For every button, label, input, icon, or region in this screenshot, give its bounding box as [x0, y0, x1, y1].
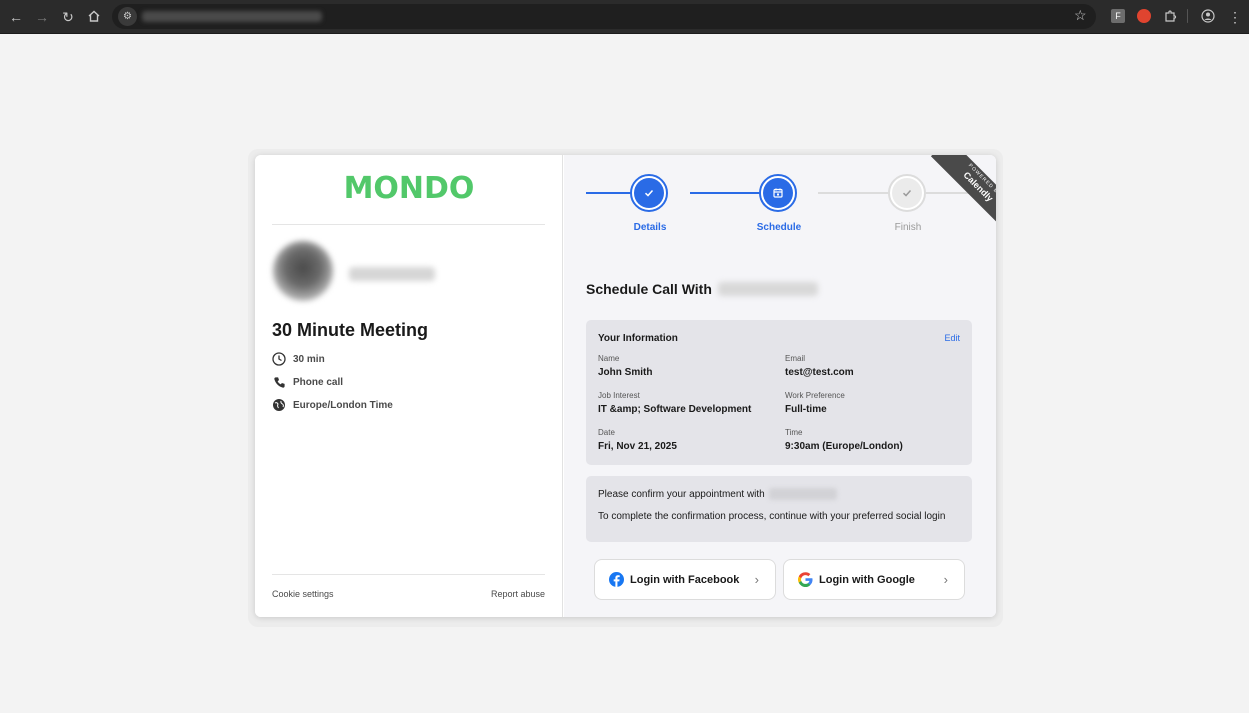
- field-value-work-preference: Full-time: [785, 404, 827, 415]
- chevron-right-icon: ›: [943, 572, 948, 587]
- profile-avatar-icon[interactable]: [1201, 9, 1215, 23]
- divider: [272, 574, 545, 575]
- step-schedule: [759, 174, 797, 212]
- location-label: Phone call: [293, 376, 344, 388]
- edit-link[interactable]: Edit: [944, 333, 960, 343]
- globe-icon: [272, 398, 286, 412]
- site-info-icon[interactable]: ⚙: [118, 7, 137, 26]
- browser-toolbar: ← → ↻ ⚙ ☆ F ⋮: [0, 0, 1249, 34]
- phone-icon: [272, 375, 286, 389]
- host-name-redacted: [768, 488, 837, 500]
- duration-row: 30 min: [272, 350, 325, 368]
- extension-red-icon[interactable]: [1137, 9, 1151, 23]
- timezone-row: Europe/London Time: [272, 396, 393, 414]
- check-icon: [644, 189, 654, 197]
- field-value-email: test@test.com: [785, 367, 854, 378]
- event-details-panel: MONDO 30 Minute Meeting 30 min Phone cal…: [255, 155, 563, 617]
- field-label-date: Date: [598, 428, 615, 437]
- field-label-work-preference: Work Preference: [785, 391, 845, 400]
- reload-icon[interactable]: ↻: [60, 9, 76, 25]
- host-name-redacted: [349, 267, 435, 281]
- login-google-button[interactable]: Login with Google ›: [783, 559, 965, 600]
- google-icon: [798, 572, 813, 587]
- step-details: [630, 174, 668, 212]
- step-label-schedule: Schedule: [756, 222, 802, 233]
- booking-card: MONDO 30 Minute Meeting 30 min Phone cal…: [255, 155, 996, 617]
- forward-icon[interactable]: →: [34, 9, 50, 25]
- confirm-line-1: Please confirm your appointment with: [598, 488, 837, 500]
- chevron-right-icon: ›: [754, 572, 759, 587]
- timezone-label: Europe/London Time: [293, 399, 393, 411]
- field-value-time: 9:30am (Europe/London): [785, 441, 903, 452]
- login-facebook-label: Login with Facebook: [630, 573, 740, 586]
- stepper-line: [818, 192, 888, 194]
- login-google-label: Login with Google: [819, 573, 915, 586]
- meeting-title: 30 Minute Meeting: [272, 320, 429, 340]
- field-label-email: Email: [785, 354, 806, 363]
- scheduling-panel: Details Schedule Finish POWERED BY Calen…: [564, 155, 996, 617]
- host-avatar: [273, 241, 333, 301]
- field-label-time: Time: [785, 428, 803, 437]
- mondo-logo: MONDO: [255, 171, 563, 206]
- cookie-settings-link[interactable]: Cookie settings: [272, 589, 334, 599]
- field-label-name: Name: [598, 354, 620, 363]
- divider: [272, 224, 545, 225]
- host-name-redacted: [717, 282, 818, 296]
- duration-label: 30 min: [293, 353, 325, 365]
- field-value-date: Fri, Nov 21, 2025: [598, 441, 677, 452]
- schedule-heading-text: Schedule Call With: [586, 281, 712, 297]
- confirm-text-2: To complete the confirmation process, co…: [598, 511, 946, 522]
- address-bar[interactable]: ⚙ ☆: [112, 4, 1096, 29]
- step-label-details: Details: [633, 222, 667, 233]
- confirmation-box: Please confirm your appointment with To …: [586, 476, 972, 542]
- bookmark-star-icon[interactable]: ☆: [1074, 7, 1087, 24]
- field-value-name: John Smith: [598, 367, 653, 378]
- extensions-puzzle-icon[interactable]: [1163, 9, 1177, 23]
- confirm-line-2: To complete the confirmation process, co…: [598, 511, 945, 522]
- extension-f-icon[interactable]: F: [1111, 9, 1125, 23]
- report-abuse-link[interactable]: Report abuse: [491, 589, 545, 599]
- info-title: Your Information: [598, 333, 678, 344]
- field-value-job-interest: IT &amp; Software Development: [598, 404, 752, 415]
- check-icon: [902, 189, 912, 197]
- clock-icon: [272, 352, 286, 366]
- more-menu-icon[interactable]: ⋮: [1227, 9, 1243, 25]
- powered-by-calendly-ribbon[interactable]: POWERED BY Calendly: [916, 155, 996, 235]
- your-information-box: Your Information Edit Name John Smith Em…: [586, 320, 972, 465]
- login-facebook-button[interactable]: Login with Facebook ›: [594, 559, 776, 600]
- back-icon[interactable]: ←: [8, 9, 24, 25]
- location-row: Phone call: [272, 373, 343, 391]
- schedule-heading: Schedule Call With: [586, 281, 818, 297]
- home-icon[interactable]: [86, 9, 102, 25]
- calendar-icon: [773, 188, 783, 198]
- ribbon-brand-text: Calendly: [961, 169, 996, 204]
- field-label-job-interest: Job Interest: [598, 391, 640, 400]
- url-text-redacted: [142, 11, 322, 22]
- confirm-text-1: Please confirm your appointment with: [598, 488, 765, 500]
- toolbar-divider: [1187, 9, 1188, 23]
- logo-text: MONDO: [343, 171, 475, 206]
- facebook-icon: [609, 572, 624, 587]
